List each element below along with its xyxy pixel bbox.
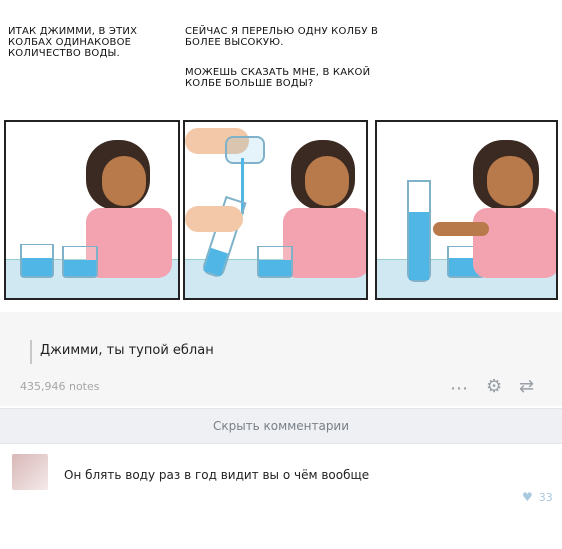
caption-left: ИТАК ДЖИММИ, В ЭТИХ КОЛБАХ ОДИНАКОВОЕ КО… xyxy=(8,26,138,59)
glass-2 xyxy=(62,246,98,278)
child-face xyxy=(487,156,533,206)
caption-right: СЕЙЧАС Я ПЕРЕЛЬЮ ОДНУ КОЛБУ В БОЛЕЕ ВЫСО… xyxy=(185,26,379,48)
tall-cylinder xyxy=(407,180,431,282)
child-face xyxy=(102,156,146,206)
comic-panel-3 xyxy=(375,120,558,300)
heart-icon: ♥ xyxy=(522,490,533,504)
comic-panel-1 xyxy=(4,120,180,300)
comic-panel-2 xyxy=(183,120,368,300)
adult-hand-bottom xyxy=(185,206,243,232)
child-shirt xyxy=(86,208,172,278)
glass-3 xyxy=(257,246,293,278)
ellipsis-icon[interactable]: ⋯ xyxy=(450,380,468,398)
hide-comments-button[interactable]: Скрыть комментарии xyxy=(0,408,562,444)
gear-icon[interactable]: ⚙ xyxy=(486,378,502,396)
caption-question: МОЖЕШЬ СКАЗАТЬ МНЕ, В КАКОЙ КОЛБЕ БОЛЬШЕ… xyxy=(185,67,371,89)
reblog-icon[interactable]: ⇄ xyxy=(519,378,534,396)
comment-text: Он блять воду раз в год видит вы о чём в… xyxy=(64,468,370,482)
child-face xyxy=(305,156,349,206)
comment-likes[interactable]: ♥ 33 xyxy=(522,490,553,504)
glass-1-water xyxy=(22,258,52,276)
quote-bar xyxy=(30,340,32,364)
glass-3-water xyxy=(259,260,291,276)
glass-1 xyxy=(20,244,54,278)
hide-comments-label: Скрыть комментарии xyxy=(212,419,350,433)
notes-count[interactable]: 435,946 notes xyxy=(20,380,100,393)
tall-cylinder-water xyxy=(409,212,429,280)
pointing-arm xyxy=(433,222,489,236)
avatar[interactable] xyxy=(12,454,48,490)
pouring-glass xyxy=(225,136,265,164)
child-shirt xyxy=(473,208,556,278)
like-count: 33 xyxy=(538,491,553,504)
child-shirt xyxy=(283,208,366,278)
post-quote: Джимми, ты тупой еблан xyxy=(40,343,214,358)
glass-2-water xyxy=(64,260,96,276)
